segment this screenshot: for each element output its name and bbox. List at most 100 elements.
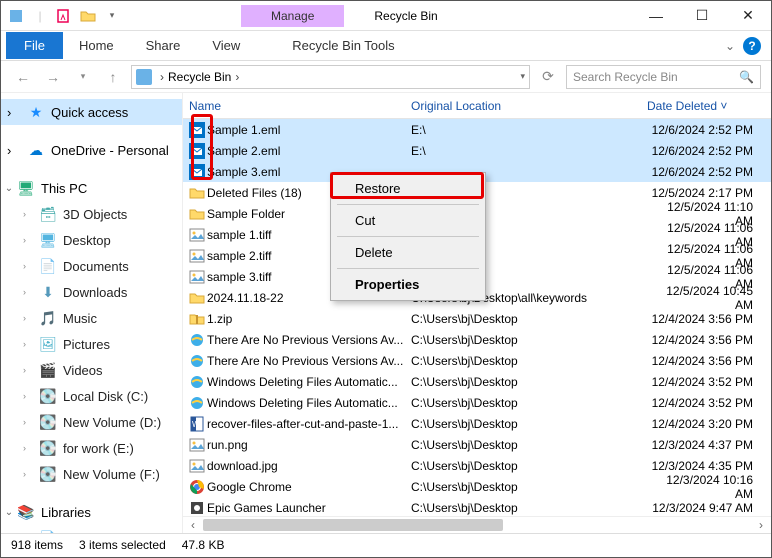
- file-name: Sample 1.eml: [207, 123, 411, 137]
- chevron-right-icon[interactable]: [156, 70, 168, 84]
- file-date: 12/3/2024 10:16 AM: [647, 473, 771, 501]
- sidebar-item[interactable]: ›🎵Music: [1, 305, 182, 331]
- file-name: recover-files-after-cut-and-paste-1...: [207, 417, 411, 431]
- chevron-right-icon[interactable]: [231, 70, 243, 84]
- file-row[interactable]: There Are No Previous Versions Av...C:\U…: [183, 329, 771, 350]
- file-tab[interactable]: File: [6, 32, 63, 59]
- menu-item-restore[interactable]: Restore: [333, 175, 483, 202]
- breadcrumb-location[interactable]: Recycle Bin: [168, 70, 231, 84]
- expand-icon[interactable]: ›: [23, 261, 33, 271]
- column-header-name[interactable]: Name: [183, 99, 411, 113]
- sidebar-item-quick-access[interactable]: › ★ Quick access: [1, 99, 182, 125]
- sidebar-item[interactable]: ›🎬Videos: [1, 357, 182, 383]
- address-bar: ← → ▾ ↑ Recycle Bin ▾ ⟳ Search Recycle B…: [1, 61, 771, 93]
- qat-new-folder-icon[interactable]: [79, 7, 97, 25]
- sidebar-item[interactable]: ›💽New Volume (F:): [1, 461, 182, 487]
- file-row[interactable]: Windows Deleting Files Automatic...C:\Us…: [183, 392, 771, 413]
- sidebar-item-this-pc[interactable]: 🖥 This PC: [17, 175, 93, 201]
- qat-properties-icon[interactable]: [55, 7, 73, 25]
- back-button[interactable]: ←: [11, 65, 35, 89]
- sidebar-item[interactable]: ›💽New Volume (D:): [1, 409, 182, 435]
- file-row[interactable]: Wrecover-files-after-cut-and-paste-1...C…: [183, 413, 771, 434]
- expand-icon[interactable]: ›: [23, 391, 33, 401]
- tab-recycle-bin-tools[interactable]: Recycle Bin Tools: [276, 32, 410, 59]
- expand-icon[interactable]: ›: [23, 417, 33, 427]
- file-location: C:\Users\bj\Desktop: [411, 375, 647, 389]
- file-date: 12/5/2024 2:17 PM: [647, 186, 771, 200]
- scroll-left-icon[interactable]: ‹: [185, 518, 201, 532]
- collapse-icon[interactable]: ⌄: [1, 507, 17, 518]
- folder-icon: 💽: [39, 439, 57, 457]
- scroll-right-icon[interactable]: ›: [753, 518, 769, 532]
- menu-item-properties[interactable]: Properties: [333, 271, 483, 298]
- file-row[interactable]: Windows Deleting Files Automatic...C:\Us…: [183, 371, 771, 392]
- help-icon[interactable]: ?: [743, 37, 761, 55]
- expand-icon[interactable]: ›: [23, 287, 33, 297]
- file-row[interactable]: Sample 2.emlE:\12/6/2024 2:52 PM: [183, 140, 771, 161]
- file-name: download.jpg: [207, 459, 411, 473]
- qat-dropdown-icon[interactable]: ▾: [103, 7, 121, 25]
- menu-item-cut[interactable]: Cut: [333, 207, 483, 234]
- sidebar-item-libraries[interactable]: 📚 Libraries: [17, 499, 97, 525]
- up-button[interactable]: ↑: [101, 65, 125, 89]
- file-row[interactable]: 1.zipC:\Users\bj\Desktop12/4/2024 3:56 P…: [183, 308, 771, 329]
- file-row[interactable]: run.pngC:\Users\bj\Desktop12/3/2024 4:37…: [183, 434, 771, 455]
- minimize-button[interactable]: —: [633, 1, 679, 31]
- window-title: Recycle Bin: [374, 9, 437, 23]
- search-input[interactable]: Search Recycle Bin 🔍: [566, 65, 761, 89]
- file-date: 12/3/2024 4:35 PM: [647, 459, 771, 473]
- expand-icon[interactable]: ›: [7, 105, 21, 120]
- expand-icon[interactable]: ›: [23, 313, 33, 323]
- column-header-date[interactable]: Date Deleted ˅: [647, 99, 771, 113]
- sidebar-item[interactable]: ›💽Local Disk (C:): [1, 383, 182, 409]
- tab-view[interactable]: View: [196, 32, 256, 59]
- file-row[interactable]: Sample 1.emlE:\12/6/2024 2:52 PM: [183, 119, 771, 140]
- file-row[interactable]: Epic Games LauncherC:\Users\bj\Desktop12…: [183, 497, 771, 516]
- horizontal-scrollbar[interactable]: ‹ ›: [183, 516, 771, 533]
- column-header-location[interactable]: Original Location: [411, 99, 647, 113]
- recent-locations-dropdown[interactable]: ▾: [71, 65, 95, 89]
- sidebar-item[interactable]: ›⬇Downloads: [1, 279, 182, 305]
- expand-icon[interactable]: ›: [23, 209, 33, 219]
- sidebar-item[interactable]: ›🖼Pictures: [1, 331, 182, 357]
- close-button[interactable]: ✕: [725, 1, 771, 31]
- expand-icon[interactable]: ›: [23, 235, 33, 245]
- breadcrumb[interactable]: Recycle Bin ▾: [131, 65, 530, 89]
- menu-item-delete[interactable]: Delete: [333, 239, 483, 266]
- manage-tab[interactable]: Manage: [241, 5, 344, 27]
- refresh-button[interactable]: ⟳: [536, 65, 560, 89]
- file-row[interactable]: Google ChromeC:\Users\bj\Desktop12/3/202…: [183, 476, 771, 497]
- expand-icon[interactable]: ›: [7, 143, 21, 158]
- expand-icon[interactable]: ›: [23, 443, 33, 453]
- search-placeholder: Search Recycle Bin: [573, 70, 678, 84]
- expand-icon[interactable]: ›: [23, 469, 33, 479]
- menu-separator: [337, 268, 479, 269]
- sidebar-item-onedrive[interactable]: › ☁ OneDrive - Personal: [1, 137, 182, 163]
- file-row[interactable]: There Are No Previous Versions Av...C:\U…: [183, 350, 771, 371]
- expand-icon[interactable]: ›: [23, 365, 33, 375]
- tab-share[interactable]: Share: [130, 32, 197, 59]
- forward-button[interactable]: →: [41, 65, 65, 89]
- sidebar-item[interactable]: ›🖥Desktop: [1, 227, 182, 253]
- expand-icon[interactable]: ›: [23, 339, 33, 349]
- sidebar-item[interactable]: ›📄Documents: [1, 253, 182, 279]
- sidebar-item[interactable]: ›🗃3D Objects: [1, 201, 182, 227]
- tab-home[interactable]: Home: [63, 32, 130, 59]
- file-location: C:\Users\bj\Desktop: [411, 480, 647, 494]
- scroll-thumb[interactable]: [203, 519, 503, 531]
- folder-icon: 🖼: [39, 335, 57, 353]
- file-location: E:\: [411, 123, 647, 137]
- file-name: Google Chrome: [207, 480, 411, 494]
- file-date: 12/4/2024 3:52 PM: [647, 375, 771, 389]
- sidebar-item[interactable]: ›💽for work (E:): [1, 435, 182, 461]
- navigation-pane[interactable]: › ★ Quick access › ☁ OneDrive - Personal…: [1, 93, 183, 533]
- sidebar-item[interactable]: ›📄Documents: [1, 525, 182, 533]
- folder-icon: 🎬: [39, 361, 57, 379]
- chevron-down-icon[interactable]: ⌄: [725, 39, 735, 53]
- maximize-button[interactable]: ☐: [679, 1, 725, 31]
- file-date: 12/4/2024 3:56 PM: [647, 354, 771, 368]
- file-date: 12/3/2024 9:47 AM: [647, 501, 771, 515]
- qat-separator: |: [31, 7, 49, 25]
- collapse-icon[interactable]: ⌄: [1, 183, 17, 194]
- address-dropdown-icon[interactable]: ▾: [520, 71, 525, 82]
